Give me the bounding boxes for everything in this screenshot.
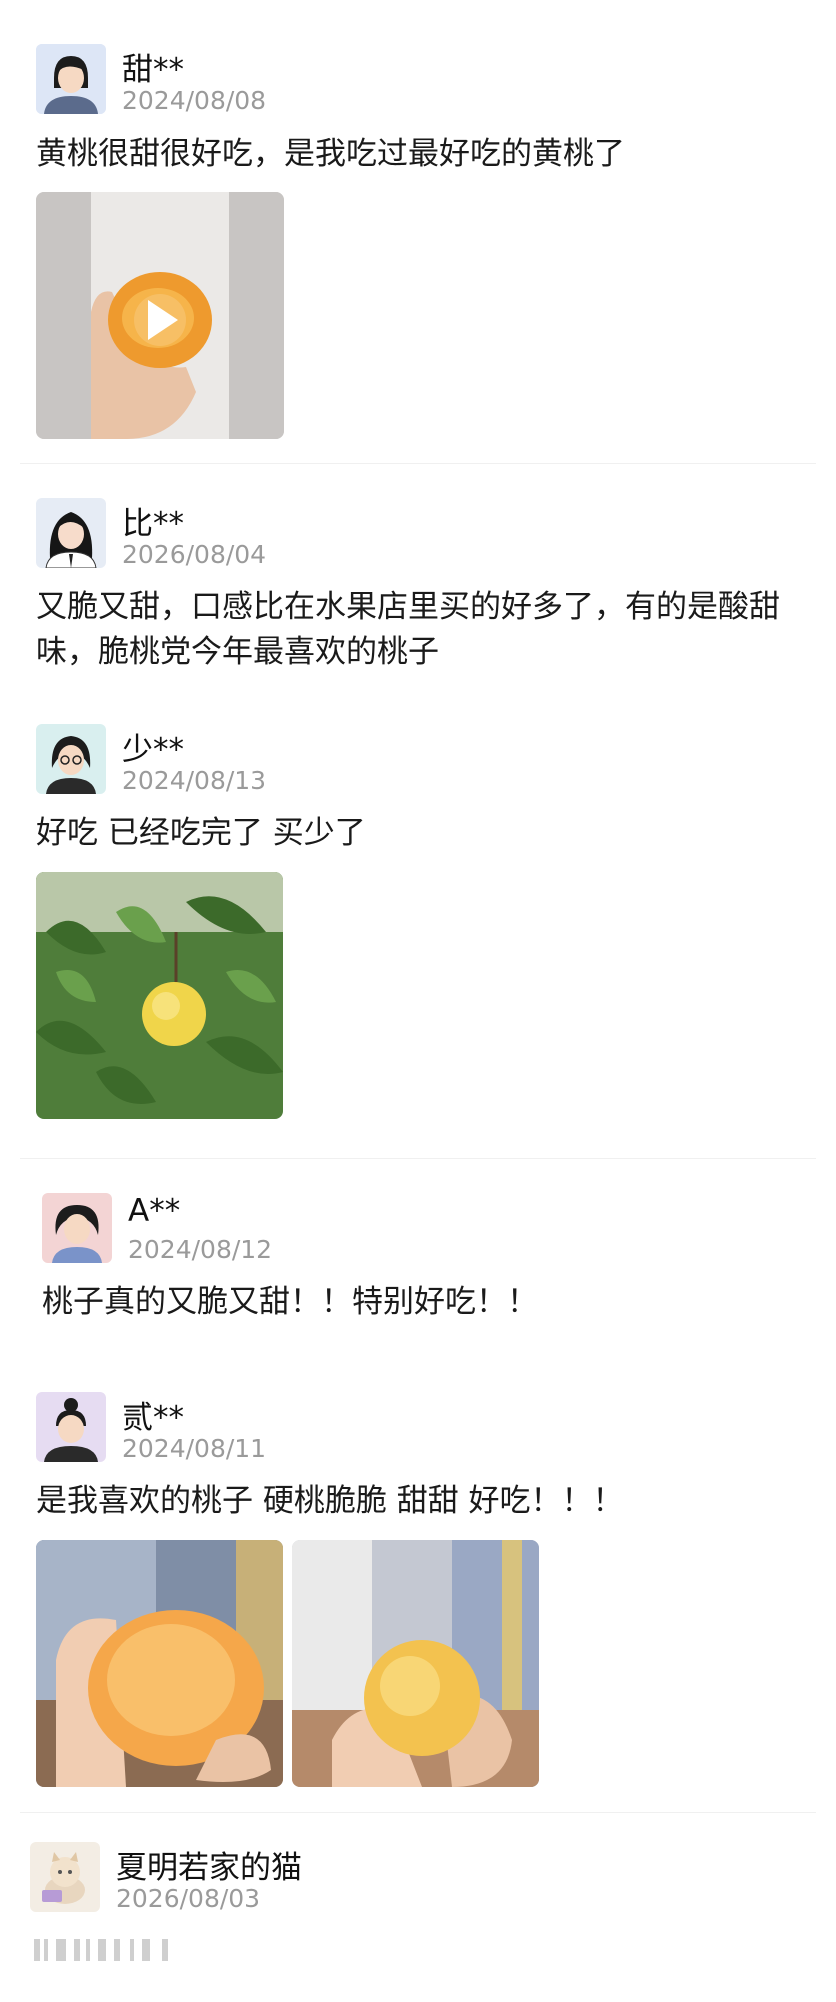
review-video[interactable]	[36, 192, 284, 439]
review-date: 2024/08/12	[128, 1235, 273, 1264]
divider	[20, 1158, 816, 1159]
avatar[interactable]	[30, 1842, 100, 1912]
review-date: 2024/08/11	[122, 1434, 267, 1463]
review-text: 黄桃很甜很好吃，是我吃过最好吃的黄桃了	[36, 136, 625, 172]
review-text: 好吃 已经吃完了 买少了	[36, 815, 366, 851]
review-text-cutoff	[34, 1935, 194, 1965]
avatar[interactable]	[36, 724, 106, 794]
divider	[20, 463, 816, 464]
avatar[interactable]	[36, 44, 106, 114]
username: 少**	[122, 732, 184, 768]
review-date: 2026/08/04	[122, 540, 267, 569]
avatar[interactable]	[36, 1392, 106, 1462]
avatar[interactable]	[36, 498, 106, 568]
divider	[20, 1812, 816, 1813]
avatar[interactable]	[42, 1193, 112, 1263]
username: 夏明若家的猫	[116, 1850, 302, 1886]
review-date: 2024/08/13	[122, 766, 267, 795]
review-text: 又脆又甜，口感比在水果店里买的好多了，有的是酸甜味，脆桃党今年最喜欢的桃子	[36, 589, 780, 670]
review-photo[interactable]	[36, 1540, 283, 1787]
review-date: 2026/08/03	[116, 1884, 261, 1913]
review-photo[interactable]	[36, 872, 283, 1119]
review-photo[interactable]	[292, 1540, 539, 1787]
username: 甜**	[122, 52, 184, 88]
username: 比**	[122, 506, 184, 542]
review-date: 2024/08/08	[122, 86, 267, 115]
username: A**	[128, 1193, 181, 1229]
review-text: 是我喜欢的桃子 硬桃脆脆 甜甜 好吃！！！	[36, 1483, 624, 1519]
review-text: 桃子真的又脆又甜！！特别好吃！！	[42, 1284, 538, 1320]
username: 贰**	[122, 1400, 184, 1436]
